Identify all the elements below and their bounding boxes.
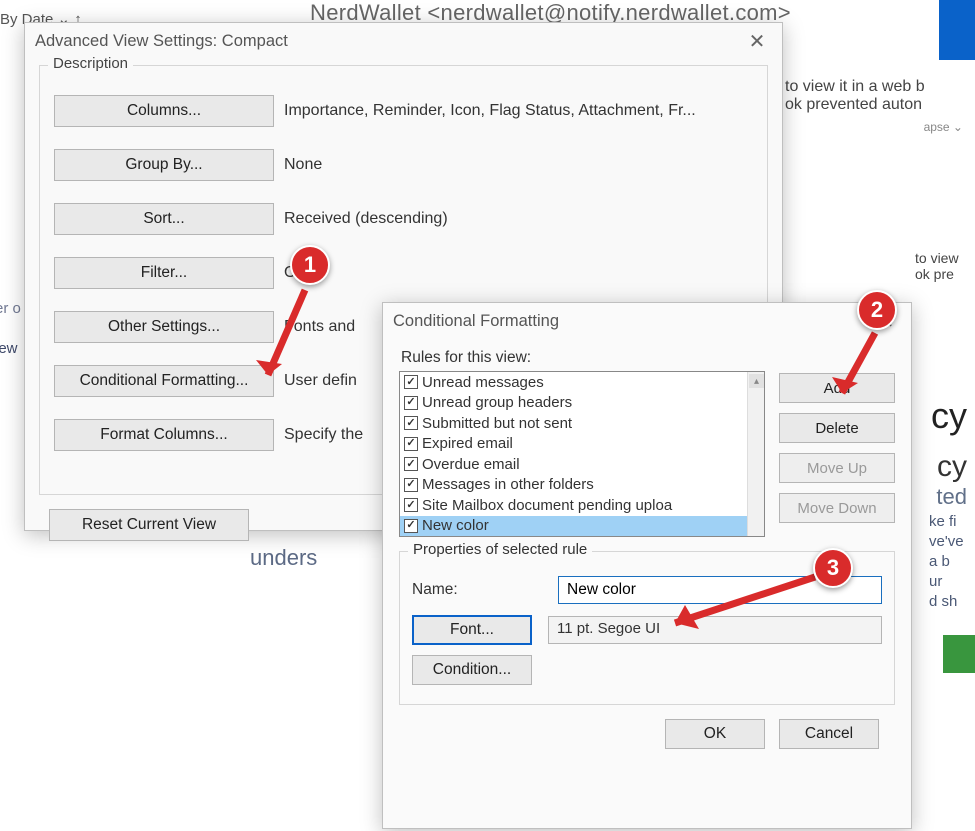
bg-right-cy-1: cy (931, 395, 967, 437)
conditional-formatting-button[interactable]: Conditional Formatting... (54, 365, 274, 397)
checkbox-icon[interactable] (404, 457, 418, 471)
rule-new-color[interactable]: New color (400, 516, 747, 537)
checkbox-icon[interactable] (404, 416, 418, 430)
columns-button[interactable]: Columns... (54, 95, 274, 127)
reset-current-view-button[interactable]: Reset Current View (49, 509, 249, 541)
dialog2-title: Conditional Formatting (393, 312, 871, 331)
other-settings-button[interactable]: Other Settings... (54, 311, 274, 343)
sort-button[interactable]: Sort... (54, 203, 274, 235)
dialog1-titlebar: Advanced View Settings: Compact ✕ (25, 23, 782, 59)
checkbox-icon[interactable] (404, 519, 418, 533)
group-by-value: None (284, 156, 322, 174)
cancel-button[interactable]: Cancel (779, 719, 879, 749)
bg-collapse-label: apse ⌄ (924, 120, 963, 134)
columns-value: Importance, Reminder, Icon, Flag Status,… (284, 102, 696, 120)
rule-messages-other-folders[interactable]: Messages in other folders (400, 475, 747, 496)
rule-site-mailbox-pending[interactable]: Site Mailbox document pending uploa (400, 495, 747, 516)
annotation-arrow-1 (250, 280, 330, 400)
group-by-button[interactable]: Group By... (54, 149, 274, 181)
delete-rule-button[interactable]: Delete (779, 413, 895, 443)
annotation-marker-1: 1 (290, 245, 330, 285)
rule-overdue-email[interactable]: Overdue email (400, 454, 747, 475)
checkbox-icon[interactable] (404, 396, 418, 410)
checkbox-icon[interactable] (404, 478, 418, 492)
bg-blue-accent (939, 0, 975, 60)
filter-button[interactable]: Filter... (54, 257, 274, 289)
rule-expired-email[interactable]: Expired email (400, 434, 747, 455)
format-columns-value: Specify the (284, 426, 363, 444)
condition-button[interactable]: Condition... (412, 655, 532, 685)
scroll-up-icon[interactable]: ▴ (749, 374, 764, 388)
annotation-arrow-3 (655, 565, 835, 645)
bg-preview-text: to view it in a web b ok prevented auton (785, 78, 975, 114)
annotation-marker-2: 2 (857, 290, 897, 330)
checkbox-icon[interactable] (404, 375, 418, 389)
rule-unread-messages[interactable]: Unread messages (400, 372, 747, 393)
rules-listbox[interactable]: Unread messages Unread group headers Sub… (399, 371, 765, 537)
annotation-marker-3: 3 (813, 548, 853, 588)
rule-unread-group-headers[interactable]: Unread group headers (400, 393, 747, 414)
close-icon[interactable]: ✕ (742, 26, 772, 56)
description-group-label: Description (48, 55, 133, 72)
ok-button[interactable]: OK (665, 719, 765, 749)
move-down-button[interactable]: Move Down (779, 493, 895, 523)
checkbox-icon[interactable] (404, 498, 418, 512)
bg-left-fragment-2: iew (0, 340, 18, 357)
name-label: Name: (412, 581, 542, 599)
checkbox-icon[interactable] (404, 437, 418, 451)
bg-right-ted: ted (936, 484, 967, 510)
bg-right-words: ke fi ve've a b ur d sh (929, 512, 973, 612)
bg-left-fragment-1: er o (0, 300, 21, 317)
properties-group-label: Properties of selected rule (408, 541, 592, 558)
rule-submitted-not-sent[interactable]: Submitted but not sent (400, 413, 747, 434)
bg-right-cy-2: cy (937, 450, 967, 484)
annotation-arrow-2 (820, 325, 900, 415)
bg-right-fragment: to viewok pre (915, 250, 975, 282)
bg-right-green-block (943, 635, 975, 673)
scrollbar[interactable]: ▴ (747, 372, 764, 536)
dialog1-title: Advanced View Settings: Compact (35, 32, 742, 51)
sort-value: Received (descending) (284, 210, 448, 228)
move-up-button[interactable]: Move Up (779, 453, 895, 483)
font-button[interactable]: Font... (412, 615, 532, 645)
format-columns-button[interactable]: Format Columns... (54, 419, 274, 451)
